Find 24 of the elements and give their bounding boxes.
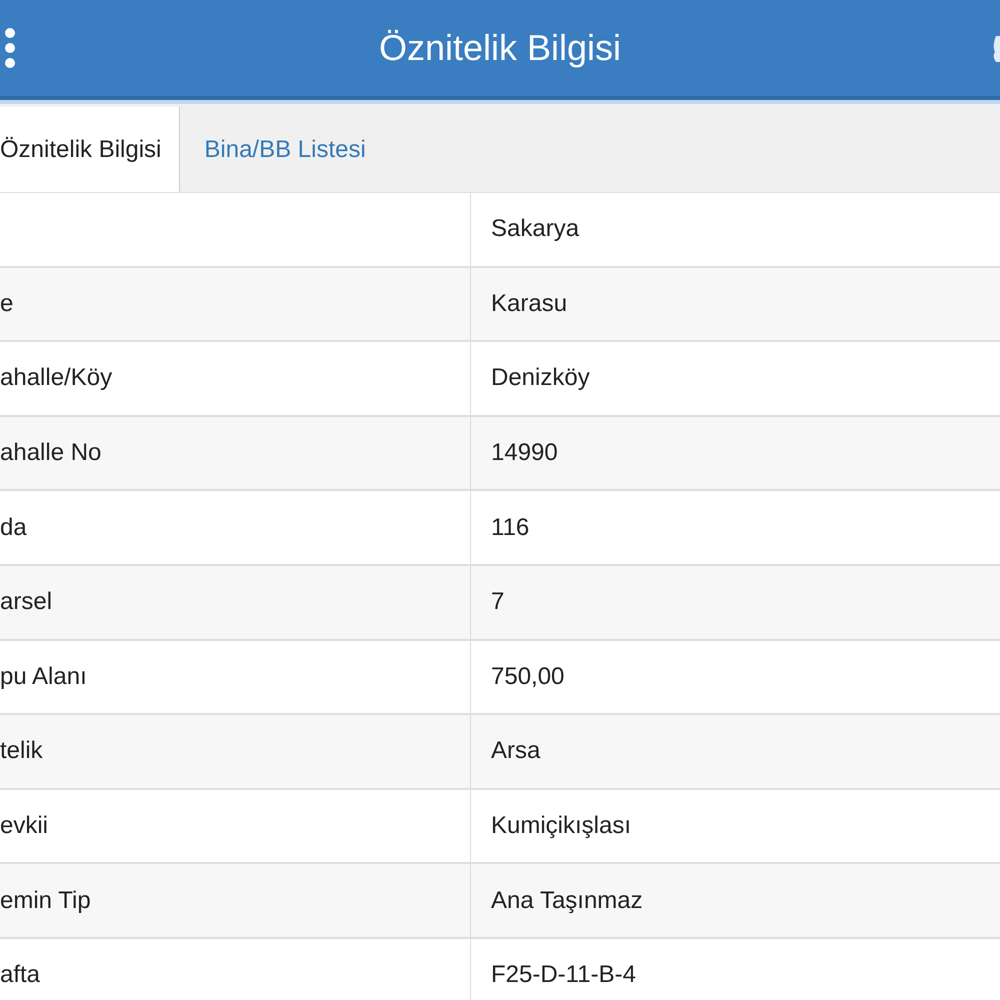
- table-cell-text: 7: [491, 587, 504, 618]
- table-cell-text: telik: [0, 736, 43, 766]
- table-cell-text: ahalle No: [0, 438, 102, 468]
- table-cell-text: da: [0, 512, 27, 543]
- table-cell-text: 750,00: [491, 662, 564, 692]
- table-cell-text: F25-D-11-B-4: [491, 960, 636, 990]
- table-cell-text: emin Tip: [0, 886, 91, 916]
- table-cell-text: afta: [0, 960, 40, 990]
- table-cell-text: Denizköy: [491, 363, 590, 394]
- table-cell-text: e: [0, 288, 14, 319]
- table-cell-text: Ana Taşınmaz: [491, 886, 643, 916]
- table-cell-text: 116: [491, 512, 530, 543]
- table-cell-text: evkii: [0, 811, 48, 842]
- table-cell-text: 14990: [491, 438, 558, 468]
- table-cell-text: arsel: [0, 587, 52, 618]
- table-cell-text: pu Alanı: [0, 662, 87, 692]
- table-cell-text: Kumiçikışlası: [491, 811, 632, 842]
- table-cell-text: Sakarya: [491, 214, 580, 244]
- table-cell-text: Karasu: [491, 288, 568, 319]
- table-cell-text: ahalle/Köy: [0, 363, 112, 394]
- tab[interactable]: Öznitelik Bilgisi: [0, 107, 180, 192]
- tab[interactable]: Bina/BB Listesi: [180, 107, 390, 192]
- table-cell-text: Arsa: [491, 736, 540, 766]
- header-title: Öznitelik Bilgisi: [378, 26, 622, 70]
